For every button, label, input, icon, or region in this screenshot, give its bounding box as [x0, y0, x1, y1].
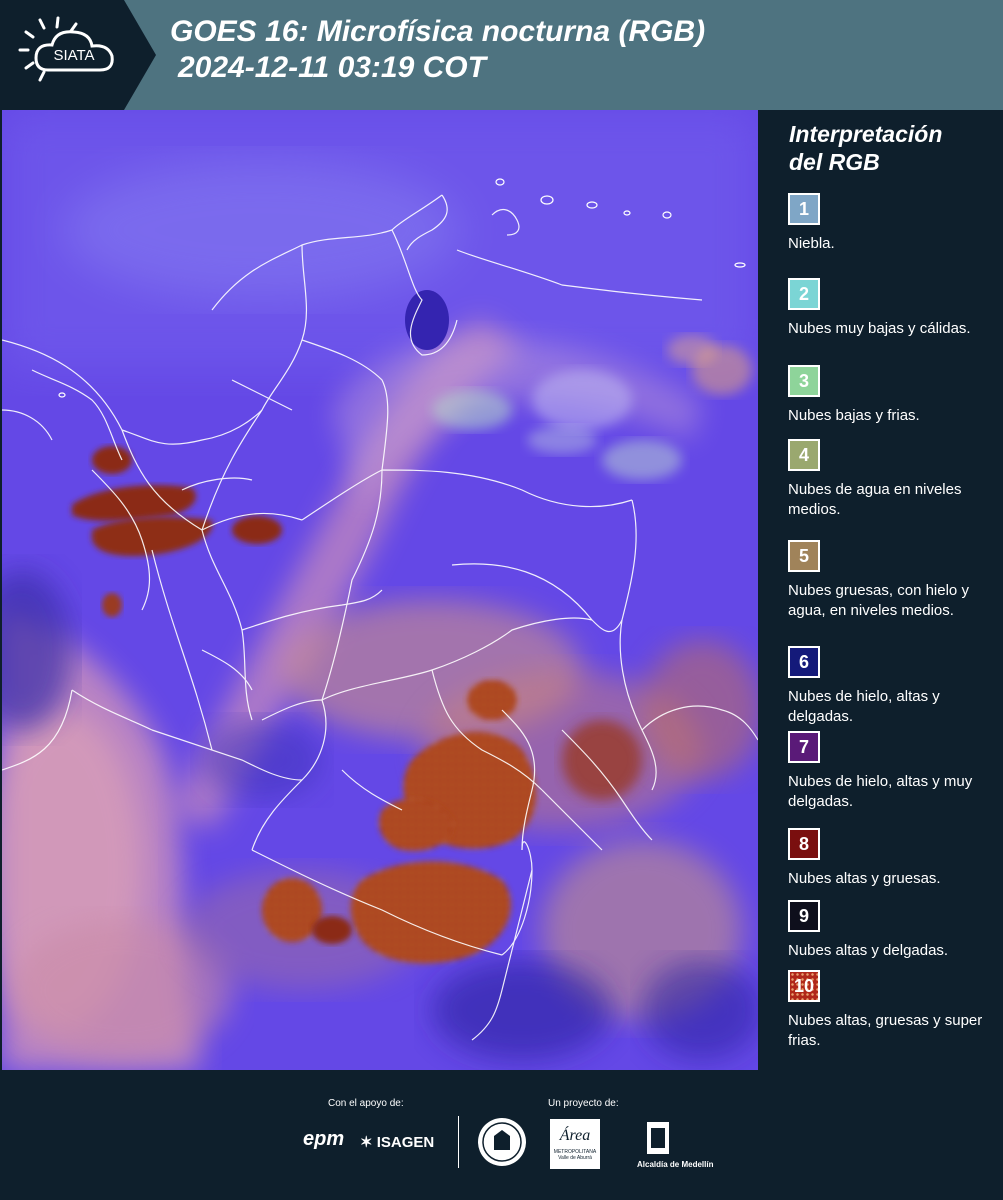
page-title: GOES 16: Microfísica nocturna (RGB)	[170, 15, 706, 48]
legend-swatch: 2	[788, 278, 820, 310]
legend-title: Interpretación del RGB	[789, 120, 942, 176]
legend-label: Nubes muy bajas y cálidas.	[788, 320, 971, 337]
footer: Con el apoyo de: Un proyecto de: epm ✶ I…	[0, 1070, 1003, 1200]
logo-panel: SIATA	[0, 0, 156, 110]
legend-item: 10 Nubes altas, gruesas y super frias.	[788, 970, 998, 1051]
legend-item: 8 Nubes altas y gruesas.	[788, 828, 998, 889]
legend-label: Niebla.	[788, 235, 835, 252]
rgb-composite-image	[2, 110, 758, 1070]
legend-swatch: 6	[788, 646, 820, 678]
satellite-map[interactable]	[2, 110, 758, 1070]
logo-text: SIATA	[53, 47, 94, 64]
legend-swatch: 7	[788, 731, 820, 763]
legend-label: Nubes de hielo, altas y delgadas.	[788, 688, 940, 725]
legend-title-line2: del RGB	[789, 149, 880, 175]
seal-icon	[478, 1118, 526, 1166]
legend-swatch: 5	[788, 540, 820, 572]
legend-item: 6 Nubes de hielo, altas y delgadas.	[788, 646, 998, 727]
area-logo-small2: Valle de Aburrá	[558, 1155, 592, 1161]
title-block: GOES 16: Microfísica nocturna (RGB) 2024…	[170, 14, 705, 86]
area-metropolitana-logo: Área METROPOLITANA Valle de Aburrá	[550, 1119, 600, 1169]
project-label: Un proyecto de:	[548, 1098, 619, 1109]
legend-label: Nubes bajas y frias.	[788, 407, 920, 424]
support-label: Con el apoyo de:	[328, 1098, 404, 1109]
legend-item: 7 Nubes de hielo, altas y muy delgadas.	[788, 731, 998, 812]
legend-item: 5 Nubes gruesas, con hielo y agua, en niv…	[788, 540, 998, 621]
legend-label: Nubes altas, gruesas y super frias.	[788, 1012, 983, 1049]
epm-logo: epm	[303, 1128, 345, 1150]
legend-swatch: 3	[788, 365, 820, 397]
legend-swatch: 8	[788, 828, 820, 860]
legend-label: Nubes gruesas, con hielo y agua, en nive…	[788, 582, 969, 619]
legend-item: 1 Niebla.	[788, 193, 998, 254]
legend-swatch: 4	[788, 439, 820, 471]
alcaldia-shield-icon	[647, 1122, 669, 1154]
header: SIATA GOES 16: Microfísica nocturna (RGB…	[0, 0, 1003, 110]
legend-item: 9 Nubes altas y delgadas.	[788, 900, 998, 961]
legend-item: 4 Nubes de agua en niveles medios.	[788, 439, 998, 520]
legend-label: Nubes altas y delgadas.	[788, 942, 949, 959]
legend-item: 3 Nubes bajas y frias.	[788, 365, 998, 426]
legend-panel: Interpretación del RGB 1 Niebla. 2 Nubes mu…	[760, 110, 1003, 1070]
siata-logo: SIATA	[0, 0, 156, 110]
alcaldia-label: Alcaldía de Medellín	[637, 1160, 714, 1169]
isagen-text: ISAGEN	[376, 1134, 435, 1151]
legend-item: 2 Nubes muy bajas y cálidas.	[788, 278, 998, 339]
footer-divider	[458, 1116, 459, 1168]
legend-swatch: 10	[788, 970, 820, 1002]
legend-label: Nubes altas y gruesas.	[788, 870, 941, 887]
legend-label: Nubes de agua en niveles medios.	[788, 481, 962, 518]
legend-title-line1: Interpretación	[789, 121, 943, 147]
legend-swatch: 9	[788, 900, 820, 932]
isagen-star-icon: ✶	[360, 1134, 373, 1151]
legend-label: Nubes de hielo, altas y muy delgadas.	[788, 773, 973, 810]
legend-swatch: 1	[788, 193, 820, 225]
area-logo-word: Área	[559, 1127, 591, 1144]
isagen-logo: ✶ ISAGEN	[360, 1133, 434, 1151]
page-timestamp: 2024-12-11 03:19 COT	[178, 51, 486, 84]
